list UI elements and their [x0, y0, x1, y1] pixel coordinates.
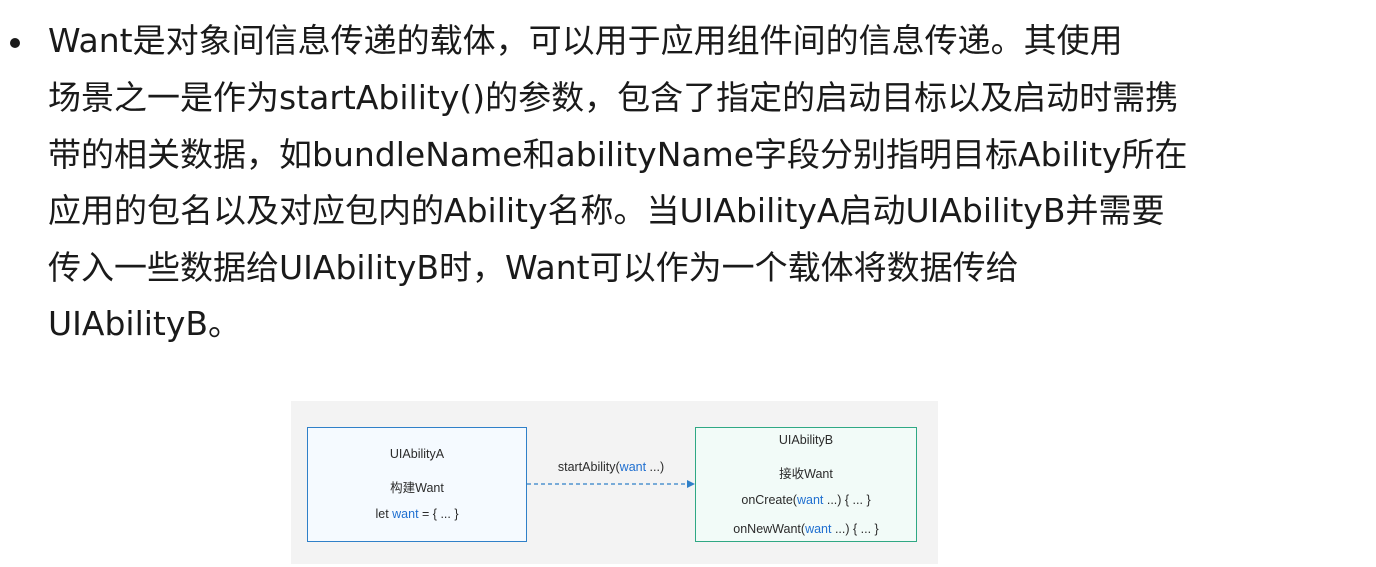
want-keyword: want [619, 460, 647, 474]
uiability-b-oncreate: onCreate(want ...) { ... } [696, 493, 916, 507]
paragraph-line-2: 场景之一是作为startAbility()的参数，包含了指定的启动目标以及启动时… [48, 78, 1179, 117]
code-text: onNewWant( [733, 522, 806, 536]
code-text: let [375, 507, 393, 521]
uiability-b-box: UIAbilityB 接收Want onCreate(want ...) { .… [695, 427, 917, 542]
code-text: ...) { ... } [823, 493, 871, 507]
paragraph-line-1: Want是对象间信息传递的载体，可以用于应用组件间的信息传递。其使用 [48, 21, 1123, 60]
paragraph-line-4: 应用的包名以及对应包内的Ability名称。当UIAbilityA启动UIAbi… [48, 191, 1165, 230]
uiability-b-onnewwant: onNewWant(want ...) { ... } [696, 522, 916, 536]
want-flow-diagram: UIAbilityA 构建Want let want = { ... } sta… [291, 401, 938, 564]
uiability-a-build-want: 构建Want [390, 481, 444, 495]
uiability-a-box: UIAbilityA 构建Want let want = { ... } [307, 427, 527, 542]
dashed-arrow-icon [527, 480, 695, 488]
uiability-a-let-want: let want = { ... } [308, 507, 526, 521]
paragraph-line-3: 带的相关数据，如bundleName和abilityName字段分别指明目标Ab… [48, 135, 1188, 174]
uiability-b-receive-want: 接收Want [779, 467, 833, 481]
want-keyword: want [796, 493, 824, 507]
uiability-b-title: UIAbilityB [778, 433, 834, 447]
bullet-dot-icon [10, 38, 20, 48]
paragraph-line-5: 传入一些数据给UIAbilityB时，Want可以作为一个载体将数据传给 [48, 248, 1019, 287]
code-text: = { ... } [418, 507, 459, 521]
code-text: startAbility( [557, 460, 620, 474]
paragraph-line-6: UIAbilityB。 [48, 304, 242, 343]
want-keyword: want [805, 522, 832, 536]
code-text: ...) { ... } [831, 522, 879, 536]
code-text: ...) [646, 460, 665, 474]
want-keyword: want [392, 507, 419, 521]
uiability-a-title: UIAbilityA [389, 447, 445, 461]
code-text: onCreate( [741, 493, 797, 507]
start-ability-label: startAbility(want ...) [527, 460, 695, 474]
